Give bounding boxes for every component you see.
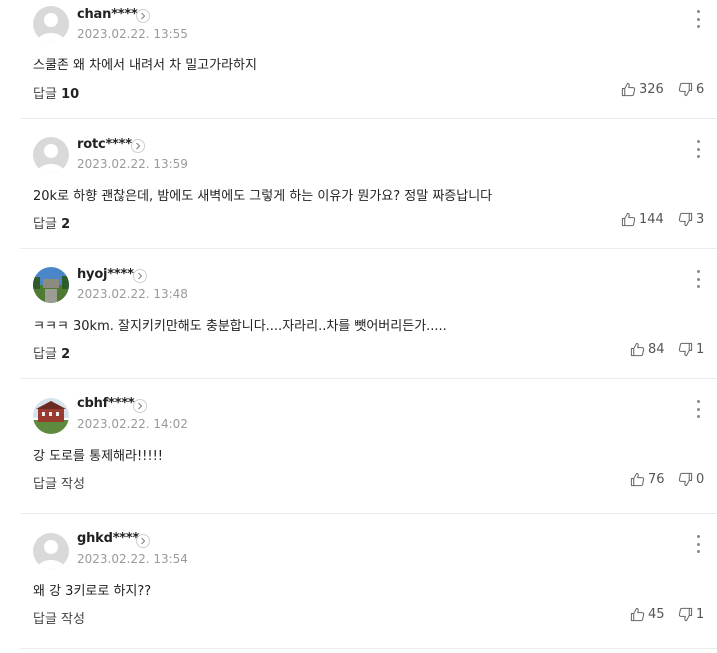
thumbs-down-icon xyxy=(678,342,693,357)
comment-nickname[interactable]: ghkd**** xyxy=(77,531,139,546)
more-vertical-icon[interactable] xyxy=(692,270,704,288)
thumbs-up-icon xyxy=(630,342,645,357)
thumbs-down-icon xyxy=(678,607,693,622)
reply-button[interactable]: 답글 2 xyxy=(33,343,70,362)
thumbs-up-icon xyxy=(621,212,636,227)
dislike-button[interactable]: 6 xyxy=(678,82,704,97)
dislike-count: 1 xyxy=(696,607,705,622)
dislike-button[interactable]: 0 xyxy=(678,472,704,487)
comment-nickname[interactable]: cbhf**** xyxy=(77,396,135,411)
comment-text: ㅋㅋㅋ 30km. 잘지키키만해도 충분합니다....자라리..차를 뺏어버리든… xyxy=(33,319,447,334)
chevron-right-icon[interactable] xyxy=(131,139,145,153)
like-count: 76 xyxy=(648,472,665,487)
like-count: 84 xyxy=(648,342,665,357)
comment-item: rotc**** 2023.02.22. 13:59 20k로 하향 괜찮은데,… xyxy=(20,118,717,249)
dislike-button[interactable]: 1 xyxy=(678,607,704,622)
dislike-count: 3 xyxy=(696,212,705,227)
avatar[interactable] xyxy=(33,533,69,569)
like-button[interactable]: 144 xyxy=(621,212,664,227)
reply-button[interactable]: 답글 작성 xyxy=(33,473,85,492)
comment-nickname[interactable]: rotc**** xyxy=(77,137,132,152)
like-count: 326 xyxy=(639,82,664,97)
dislike-count: 1 xyxy=(696,342,705,357)
comment-date: 2023.02.22. 13:59 xyxy=(77,157,188,171)
reply-count: 10 xyxy=(61,87,80,102)
comment-item: chan**** 2023.02.22. 13:55 스쿨존 왜 차에서 내려서… xyxy=(20,0,717,119)
thumbs-down-icon xyxy=(678,472,693,487)
reply-button[interactable]: 답글 2 xyxy=(33,213,70,232)
thumbs-up-icon xyxy=(621,82,636,97)
like-count: 144 xyxy=(639,212,664,227)
more-vertical-icon[interactable] xyxy=(692,535,704,553)
avatar[interactable] xyxy=(33,398,69,434)
avatar[interactable] xyxy=(33,6,69,42)
reply-label: 답글 xyxy=(33,87,57,102)
dislike-count: 6 xyxy=(696,82,705,97)
like-button[interactable]: 326 xyxy=(621,82,664,97)
comment-date: 2023.02.22. 13:55 xyxy=(77,27,188,41)
reply-count: 2 xyxy=(61,347,71,362)
like-count: 45 xyxy=(648,607,665,622)
avatar[interactable] xyxy=(33,137,69,173)
comment-nickname[interactable]: chan**** xyxy=(77,7,138,22)
thumbs-up-icon xyxy=(630,607,645,622)
reply-button[interactable]: 답글 10 xyxy=(33,83,79,102)
comment-list: chan**** 2023.02.22. 13:55 스쿨존 왜 차에서 내려서… xyxy=(20,0,717,653)
chevron-right-icon[interactable] xyxy=(136,534,150,548)
reply-label: 답글 작성 xyxy=(33,612,85,627)
dislike-count: 0 xyxy=(696,472,705,487)
reply-button[interactable]: 답글 작성 xyxy=(33,608,85,627)
reply-label: 답글 xyxy=(33,217,57,232)
reply-label: 답글 xyxy=(33,347,57,362)
reply-label: 답글 작성 xyxy=(33,477,85,492)
dislike-button[interactable]: 3 xyxy=(678,212,704,227)
comment-item: ghkd**** 2023.02.22. 13:54 왜 강 3키로로 하지??… xyxy=(20,513,717,649)
more-vertical-icon[interactable] xyxy=(692,400,704,418)
comment-date: 2023.02.22. 14:02 xyxy=(77,417,188,431)
comment-item: cbhf**** 2023.02.22. 14:02 강 도로를 통제해라!!!… xyxy=(20,378,717,514)
comment-text: 왜 강 3키로로 하지?? xyxy=(33,584,152,599)
like-button[interactable]: 76 xyxy=(630,472,665,487)
comment-text: 20k로 하향 괜찮은데, 밤에도 새벽에도 그렇게 하는 이유가 뭔가요? 정… xyxy=(33,189,493,204)
chevron-right-icon[interactable] xyxy=(133,399,147,413)
thumbs-down-icon xyxy=(678,82,693,97)
comment-text: 스쿨존 왜 차에서 내려서 차 밀고가라하지 xyxy=(33,58,257,73)
more-vertical-icon[interactable] xyxy=(692,140,704,158)
more-vertical-icon[interactable] xyxy=(692,10,704,28)
like-button[interactable]: 84 xyxy=(630,342,665,357)
reply-count: 2 xyxy=(61,217,71,232)
chevron-right-icon[interactable] xyxy=(136,9,150,23)
thumbs-up-icon xyxy=(630,472,645,487)
comment-date: 2023.02.22. 13:54 xyxy=(77,552,188,566)
comment-date: 2023.02.22. 13:48 xyxy=(77,287,188,301)
avatar[interactable] xyxy=(33,267,69,303)
comment-text: 강 도로를 통제해라!!!!! xyxy=(33,449,164,464)
dislike-button[interactable]: 1 xyxy=(678,342,704,357)
comment-item: hyoj**** 2023.02.22. 13:48 ㅋㅋㅋ 30km. 잘지키… xyxy=(20,248,717,379)
comment-nickname[interactable]: hyoj**** xyxy=(77,267,134,282)
chevron-right-icon[interactable] xyxy=(133,269,147,283)
thumbs-down-icon xyxy=(678,212,693,227)
like-button[interactable]: 45 xyxy=(630,607,665,622)
